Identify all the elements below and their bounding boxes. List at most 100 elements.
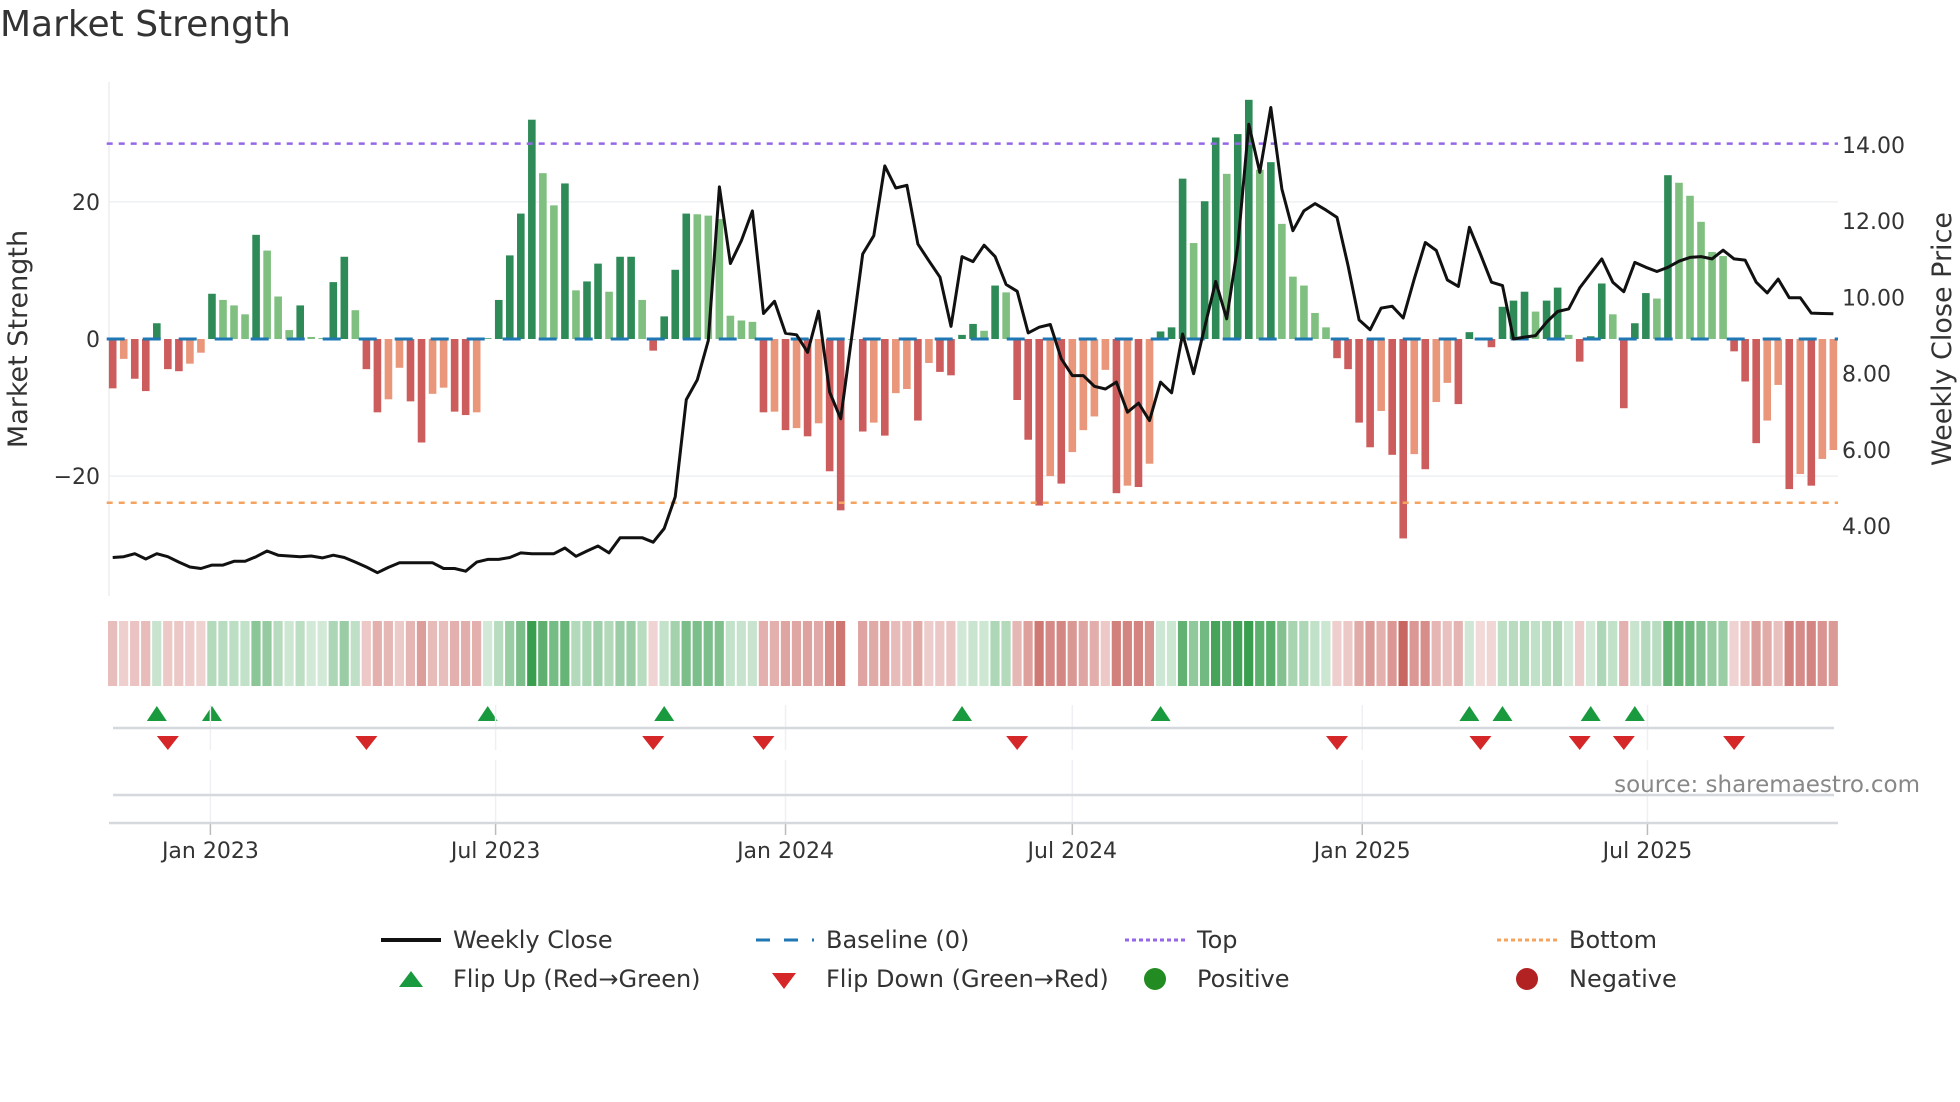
strength-bar bbox=[969, 323, 977, 339]
heat-cell bbox=[946, 621, 956, 686]
flip-up-marker bbox=[477, 706, 498, 721]
strength-bar bbox=[594, 263, 602, 339]
heat-cell bbox=[902, 621, 912, 686]
heat-cell bbox=[527, 621, 537, 686]
heat-cell bbox=[174, 621, 184, 686]
strength-bar bbox=[1079, 339, 1088, 431]
strength-bar bbox=[252, 234, 260, 339]
strength-bar bbox=[1653, 298, 1661, 339]
heat-cell bbox=[1321, 621, 1331, 686]
strength-bar bbox=[461, 339, 470, 416]
heat-cell bbox=[108, 621, 118, 686]
heat-cell bbox=[1442, 621, 1452, 686]
strength-bar bbox=[936, 339, 944, 372]
strength-bar bbox=[406, 339, 415, 402]
y-right-tick-label: 8.00 bbox=[1842, 363, 1891, 388]
heat-cell bbox=[1574, 621, 1585, 686]
strength-bar bbox=[141, 339, 150, 392]
heat-cell bbox=[130, 621, 140, 686]
strength-bar bbox=[958, 334, 966, 339]
heat-cell bbox=[549, 621, 559, 686]
heat-cell bbox=[1166, 621, 1177, 686]
heat-cell bbox=[538, 621, 548, 686]
x-tick-label: Jul 2025 bbox=[1601, 839, 1693, 864]
y-left-axis-label: Market Strength bbox=[3, 230, 34, 448]
strength-bar bbox=[1178, 178, 1187, 339]
strength-bar bbox=[439, 339, 448, 388]
strength-bar bbox=[881, 339, 889, 436]
heat-cell bbox=[604, 621, 614, 686]
strength-bar bbox=[693, 214, 702, 339]
strength-bar bbox=[1631, 323, 1639, 339]
heat-cell bbox=[416, 621, 427, 686]
heat-cell bbox=[1376, 621, 1386, 686]
strength-bar bbox=[340, 256, 349, 339]
heat-cell bbox=[1608, 621, 1618, 686]
heat-cell bbox=[725, 621, 735, 686]
strength-bar bbox=[572, 290, 580, 339]
flip-up-marker bbox=[146, 706, 167, 721]
heat-cell bbox=[1299, 621, 1309, 686]
strength-bar bbox=[1068, 339, 1077, 453]
strength-bar bbox=[1807, 339, 1816, 486]
flip-up-marker bbox=[654, 706, 675, 721]
heat-cell bbox=[615, 621, 625, 686]
heat-cell bbox=[471, 621, 482, 686]
heat-cell bbox=[1663, 621, 1673, 686]
heat-cell bbox=[747, 621, 757, 686]
flip-up-marker bbox=[1580, 706, 1601, 721]
x-tick-label: Jul 2023 bbox=[449, 839, 541, 864]
y-right-tick-label: 12.00 bbox=[1842, 210, 1905, 235]
heat-cell bbox=[196, 621, 206, 686]
heat-cell bbox=[1155, 621, 1166, 686]
heat-cell bbox=[1233, 621, 1243, 686]
strength-bar bbox=[219, 299, 227, 339]
strength-bar bbox=[1454, 339, 1463, 405]
heat-cell bbox=[262, 621, 272, 686]
heat-cell bbox=[1541, 621, 1552, 686]
strength-bar bbox=[1267, 162, 1275, 339]
flip-down-marker bbox=[355, 736, 378, 750]
heat-cell bbox=[1398, 621, 1408, 686]
heat-cell bbox=[802, 621, 813, 686]
flip-up-marker bbox=[1150, 706, 1171, 721]
heat-cell bbox=[835, 621, 846, 686]
heat-cell bbox=[648, 621, 658, 686]
heat-cell bbox=[1652, 621, 1662, 686]
heat-cell bbox=[1023, 621, 1033, 686]
strength-bar bbox=[1697, 221, 1705, 339]
heat-cell bbox=[1255, 621, 1265, 686]
heat-cell bbox=[758, 621, 768, 686]
strength-bar bbox=[1719, 256, 1727, 339]
y-right-axis-label: Weekly Close Price bbox=[1927, 212, 1958, 466]
strength-bar bbox=[351, 310, 360, 339]
heat-cell bbox=[218, 621, 228, 686]
heat-cell bbox=[460, 621, 471, 686]
flip-down-marker bbox=[1723, 736, 1746, 750]
heat-cell bbox=[924, 621, 934, 686]
heat-cell bbox=[317, 621, 327, 686]
strength-bar bbox=[494, 299, 503, 339]
heat-cell bbox=[1685, 621, 1695, 686]
x-tick-label: Jan 2024 bbox=[735, 839, 834, 864]
heat-cell bbox=[1100, 621, 1110, 686]
strength-bar bbox=[175, 339, 183, 372]
strength-bar bbox=[1730, 339, 1738, 352]
heat-cell bbox=[1806, 621, 1816, 686]
heat-cell bbox=[1310, 621, 1320, 686]
heat-cell bbox=[119, 621, 129, 686]
heat-cell bbox=[306, 621, 316, 686]
strength-bar bbox=[329, 282, 338, 339]
heat-cell bbox=[427, 621, 438, 686]
heat-cell bbox=[593, 621, 603, 686]
heat-cell bbox=[957, 621, 967, 686]
heat-cell bbox=[185, 621, 195, 686]
heat-cell bbox=[813, 621, 824, 686]
heat-cell bbox=[1773, 621, 1783, 686]
strength-bar bbox=[186, 339, 194, 364]
heat-cell bbox=[1078, 621, 1088, 686]
strength-bar bbox=[119, 339, 128, 359]
strength-bar bbox=[1443, 339, 1452, 383]
strength-bar bbox=[384, 339, 393, 400]
strength-bar bbox=[1818, 339, 1827, 459]
